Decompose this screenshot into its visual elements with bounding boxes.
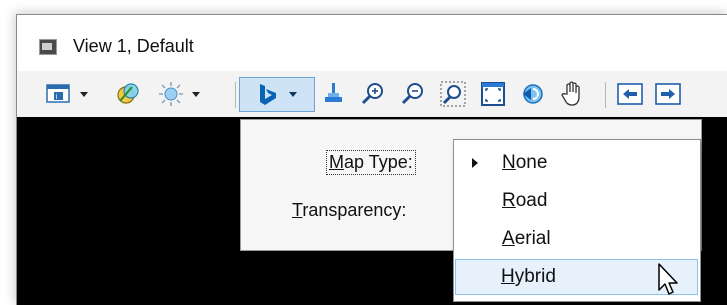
window-icon (39, 39, 57, 55)
toolbar-separator (605, 82, 606, 108)
next-view-button[interactable] (651, 79, 685, 109)
display-styles-button[interactable] (109, 79, 147, 109)
arrow-left-icon (617, 83, 643, 105)
window-area-button[interactable] (435, 79, 471, 109)
zoom-in-icon (361, 83, 383, 105)
fit-view-icon (481, 82, 505, 106)
zoom-out-icon (401, 83, 423, 105)
window-title: View 1, Default (73, 36, 194, 56)
view-attributes-button[interactable]: i (41, 79, 93, 109)
title-bar[interactable]: View 1, Default (17, 15, 727, 71)
view-attributes-icon: i (46, 84, 70, 103)
toolbar-separator (235, 82, 236, 108)
rotate-icon (523, 84, 543, 104)
bing-maps-button[interactable] (239, 77, 315, 112)
clip-volume-button[interactable] (317, 79, 351, 109)
view-toolbar: i (17, 71, 727, 117)
bing-icon (260, 83, 276, 105)
svg-text:i: i (56, 93, 58, 101)
chevron-down-icon (289, 92, 297, 97)
chevron-down-icon (80, 91, 88, 97)
hand-icon (561, 81, 580, 106)
map-type-option-none[interactable]: None (456, 145, 696, 181)
rotate-view-button[interactable] (515, 79, 551, 109)
zoom-in-button[interactable] (355, 79, 391, 109)
sun-icon (159, 82, 183, 106)
display-styles-icon (117, 83, 139, 104)
lighting-button[interactable] (151, 79, 207, 109)
previous-view-button[interactable] (613, 79, 647, 109)
pan-view-button[interactable] (555, 79, 591, 109)
selected-caret-icon (472, 158, 478, 168)
arrow-right-icon (655, 83, 681, 105)
clip-icon (325, 83, 342, 102)
zoom-out-button[interactable] (395, 79, 431, 109)
transparency-label: Transparency: (292, 200, 407, 220)
window-area-icon (440, 81, 466, 107)
map-type-option-aerial[interactable]: Aerial (456, 221, 696, 257)
mouse-cursor-icon (658, 263, 678, 295)
chevron-down-icon (192, 91, 200, 97)
map-type-option-road[interactable]: Road (456, 183, 696, 219)
map-type-label: Map Type: (326, 150, 416, 175)
fit-view-button[interactable] (475, 79, 511, 109)
